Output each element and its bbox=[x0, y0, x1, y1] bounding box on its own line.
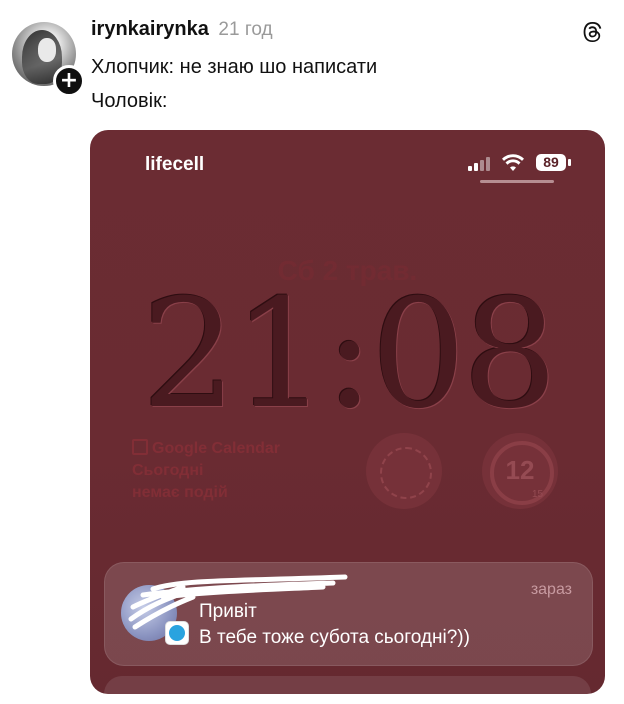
wifi-icon bbox=[502, 154, 524, 171]
threads-logo-icon[interactable] bbox=[580, 20, 604, 44]
username[interactable]: irynkairynka bbox=[91, 18, 209, 40]
telegram-icon bbox=[165, 621, 189, 645]
lockscreen-screenshot[interactable]: lifecell 89 Сб 2 трав. 21:08 Google Cale… bbox=[90, 130, 605, 694]
widget-value: 12 bbox=[505, 455, 535, 485]
notification-time: зараз bbox=[530, 581, 572, 598]
notification-body: В тебе тоже субота сьогодні?)) bbox=[199, 627, 470, 648]
circular-widget-2[interactable]: 12 15 bbox=[482, 433, 558, 509]
calendar-widget-line2: немає подій bbox=[132, 484, 228, 501]
circular-widget-1[interactable] bbox=[366, 433, 442, 509]
calendar-widget-line1: Сьогодні bbox=[132, 462, 204, 479]
battery-level: 89 bbox=[536, 154, 566, 171]
telegram-notification[interactable]: зараз Привіт В тебе тоже субота сьогодні… bbox=[104, 562, 593, 666]
widget-ring bbox=[380, 447, 432, 499]
lockscreen-clock: 21:08 bbox=[141, 268, 557, 442]
calendar-icon bbox=[132, 439, 148, 455]
status-indicator-bar bbox=[480, 180, 554, 183]
widget-subvalue: 15 bbox=[532, 489, 544, 500]
post-header: irynkairynka 21 год bbox=[91, 18, 273, 41]
carrier-name: lifecell bbox=[145, 154, 205, 175]
notification-title: Привіт bbox=[199, 601, 257, 622]
cellular-signal-icon bbox=[468, 155, 492, 171]
avatar-face bbox=[38, 38, 56, 62]
battery-tip bbox=[568, 159, 571, 166]
post-text-line-1: Хлопчик: не знаю шо написати bbox=[91, 56, 378, 78]
post-time: 21 год bbox=[218, 19, 273, 40]
calendar-widget[interactable]: Google Calendar Сьогодні немає подій bbox=[132, 438, 280, 504]
post-text-line-2: Чоловік: bbox=[91, 90, 168, 112]
calendar-widget-title: Google Calendar bbox=[152, 440, 281, 457]
stacked-notification-edge[interactable] bbox=[104, 676, 591, 694]
follow-plus-icon[interactable]: + bbox=[53, 65, 85, 97]
